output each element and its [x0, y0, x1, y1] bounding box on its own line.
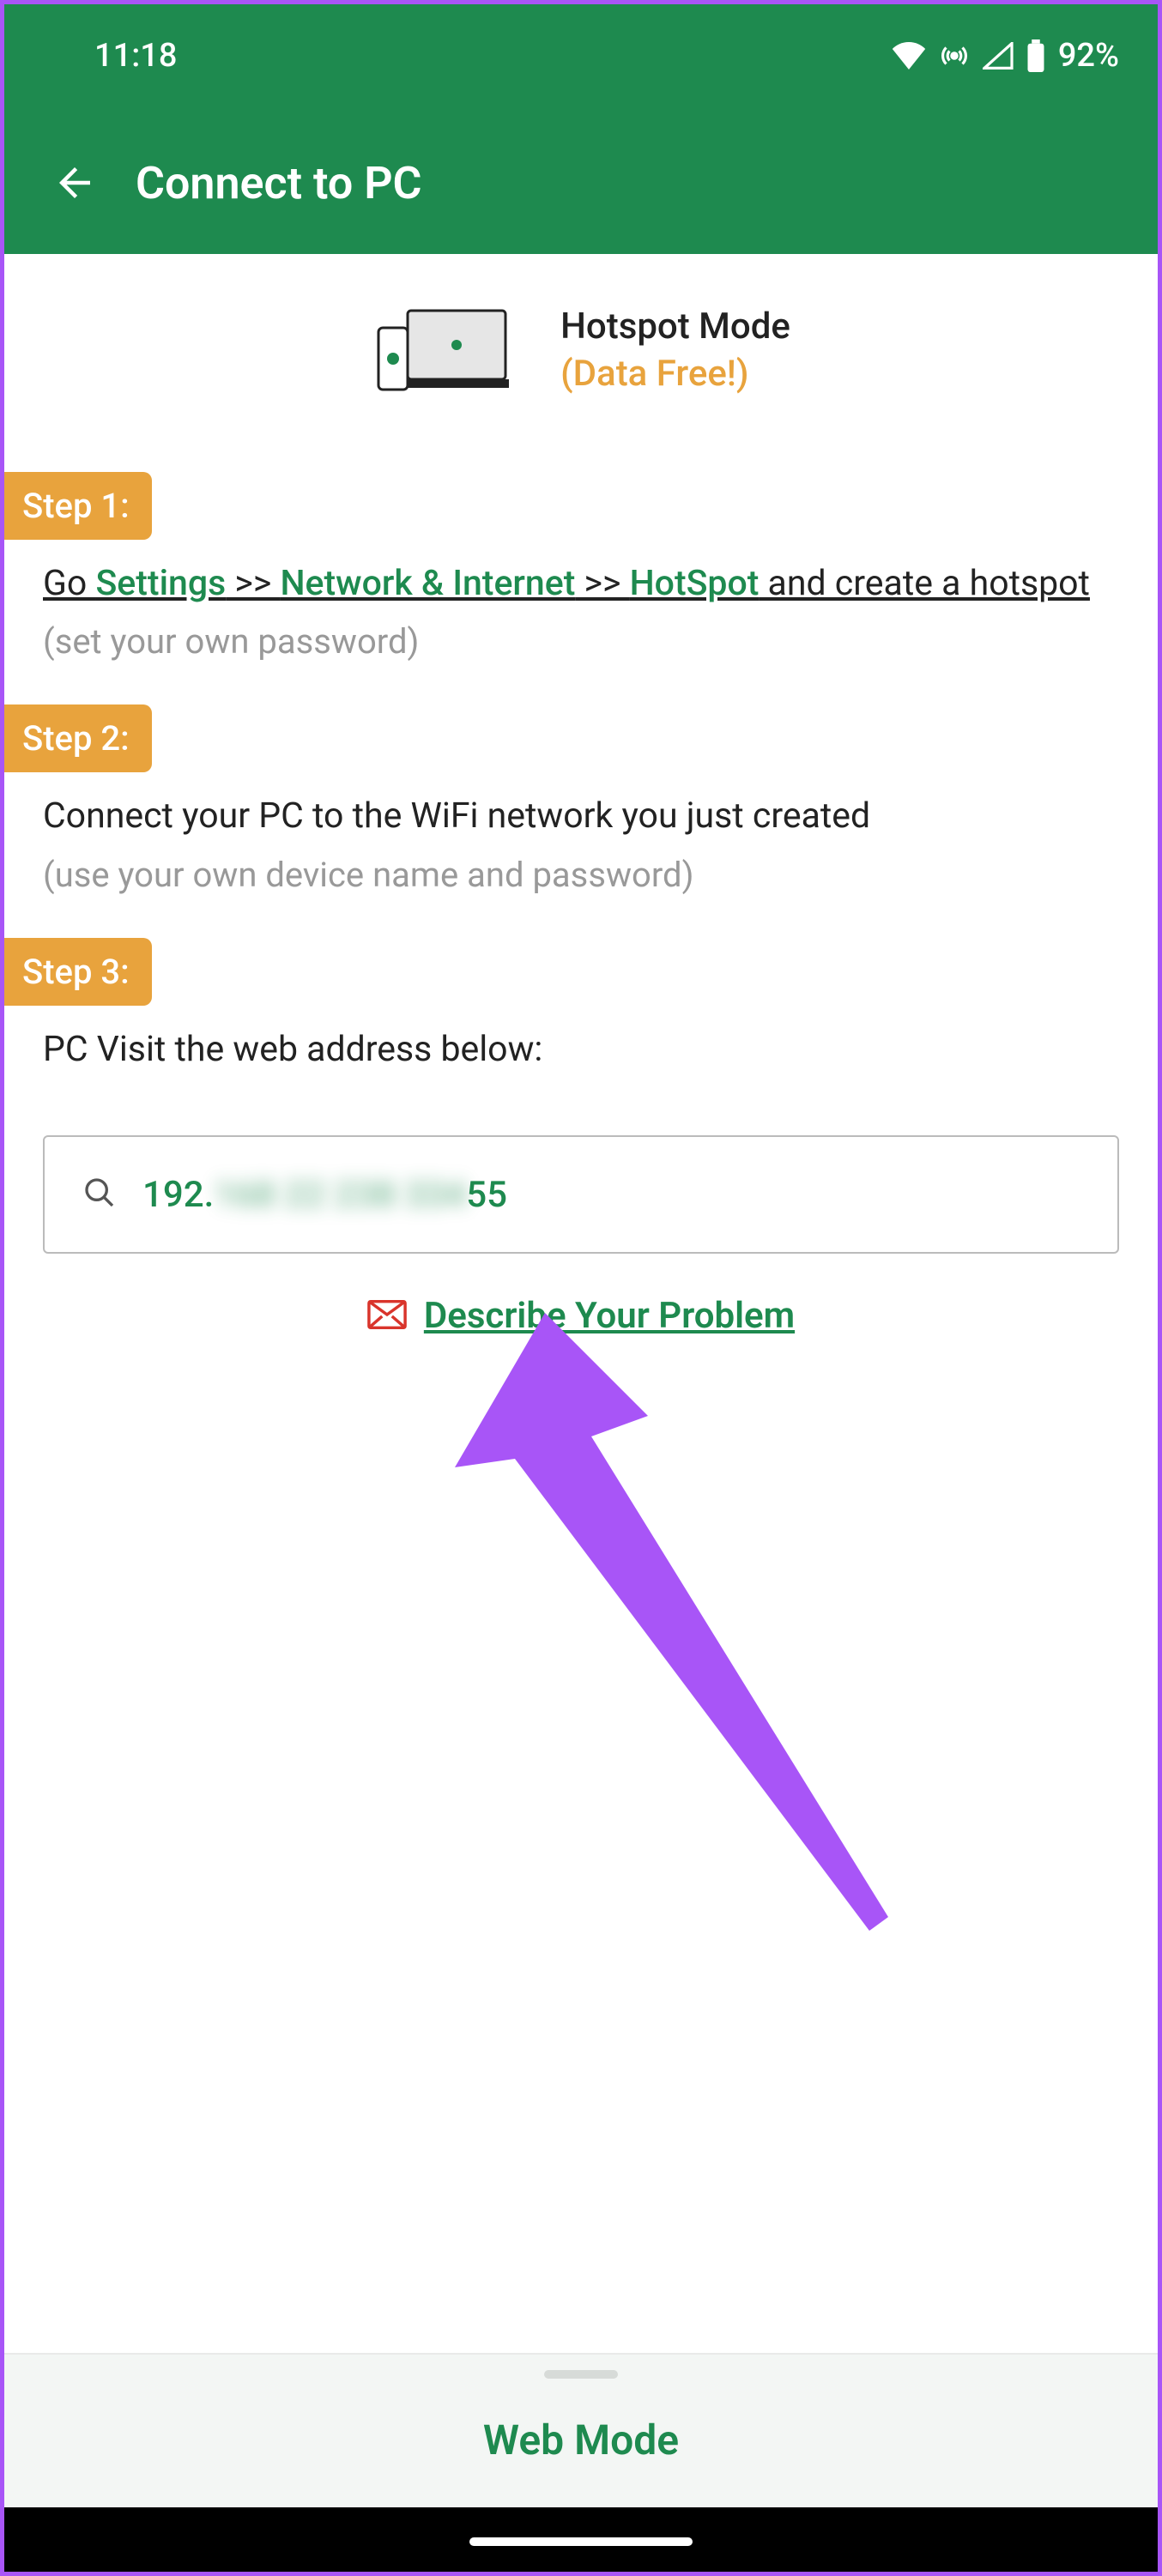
annotation-arrow-icon — [339, 1244, 923, 1951]
breadcrumb-arrow: >> — [575, 563, 629, 604]
describe-problem-row: Describe Your Problem — [43, 1295, 1119, 1337]
wifi-icon — [892, 42, 926, 70]
hotspot-link[interactable]: HotSpot — [630, 563, 760, 604]
step-1-instruction: Go Settings >> Network & Internet >> Hot… — [43, 559, 1119, 609]
web-address-box[interactable]: 192.168 22 238 33455 — [43, 1135, 1119, 1254]
hotspot-mode-header: Hotspot Mode (Data Free!) — [0, 254, 1162, 455]
back-button[interactable] — [51, 160, 98, 206]
hotspot-mode-title: Hotspot Mode — [560, 305, 790, 348]
settings-link[interactable]: Settings — [95, 563, 226, 604]
battery-percent: 92% — [1058, 37, 1119, 75]
cellular-icon — [983, 42, 1014, 70]
breadcrumb-arrow: >> — [226, 563, 280, 604]
mail-icon — [367, 1299, 407, 1333]
status-bar: 11:18 92% — [0, 0, 1162, 112]
describe-problem-link[interactable]: Describe Your Problem — [424, 1295, 795, 1337]
hotspot-icon — [938, 39, 971, 72]
step-2-hint: (use your own device name and password) — [43, 855, 1119, 895]
status-right-cluster: 92% — [892, 37, 1119, 75]
step-2-badge: Step 2: — [0, 704, 152, 772]
address-suffix: 55 — [466, 1174, 507, 1216]
step-1-badge: Step 1: — [0, 472, 152, 540]
address-prefix: 192. — [142, 1174, 214, 1216]
drag-handle-icon[interactable] — [544, 2370, 618, 2379]
status-time: 11:18 — [94, 37, 177, 75]
page-title: Connect to PC — [136, 157, 422, 209]
web-mode-label: Web Mode — [483, 2416, 679, 2464]
step-1-text-go: Go — [43, 563, 95, 604]
step-2-block: Step 2: Connect your PC to the WiFi netw… — [43, 687, 1119, 894]
app-bar: Connect to PC — [0, 112, 1162, 254]
step-3-badge: Step 3: — [0, 938, 152, 1006]
home-indicator[interactable] — [469, 2537, 693, 2546]
step-1-hint: (set your own password) — [43, 621, 1119, 662]
devices-illustration-icon — [372, 307, 509, 393]
address-blurred: 168 22 238 334 — [214, 1174, 466, 1216]
web-address-value: 192.168 22 238 33455 — [142, 1174, 507, 1216]
step-2-instruction: Connect your PC to the WiFi network you … — [43, 791, 1119, 842]
step-1-text-rest: and create a hotspot — [759, 563, 1090, 604]
bottom-sheet[interactable]: Web Mode — [4, 2353, 1158, 2507]
network-internet-link[interactable]: Network & Internet — [280, 563, 575, 604]
battery-icon — [1026, 39, 1046, 72]
step-3-block: Step 3: PC Visit the web address below: — [43, 921, 1119, 1075]
step-1-block: Step 1: Go Settings >> Network & Interne… — [43, 455, 1119, 662]
system-nav-bar — [0, 2507, 1162, 2576]
hotspot-mode-subtitle: (Data Free!) — [560, 353, 790, 395]
search-icon — [82, 1176, 117, 1213]
step-3-instruction: PC Visit the web address below: — [43, 1025, 1119, 1075]
